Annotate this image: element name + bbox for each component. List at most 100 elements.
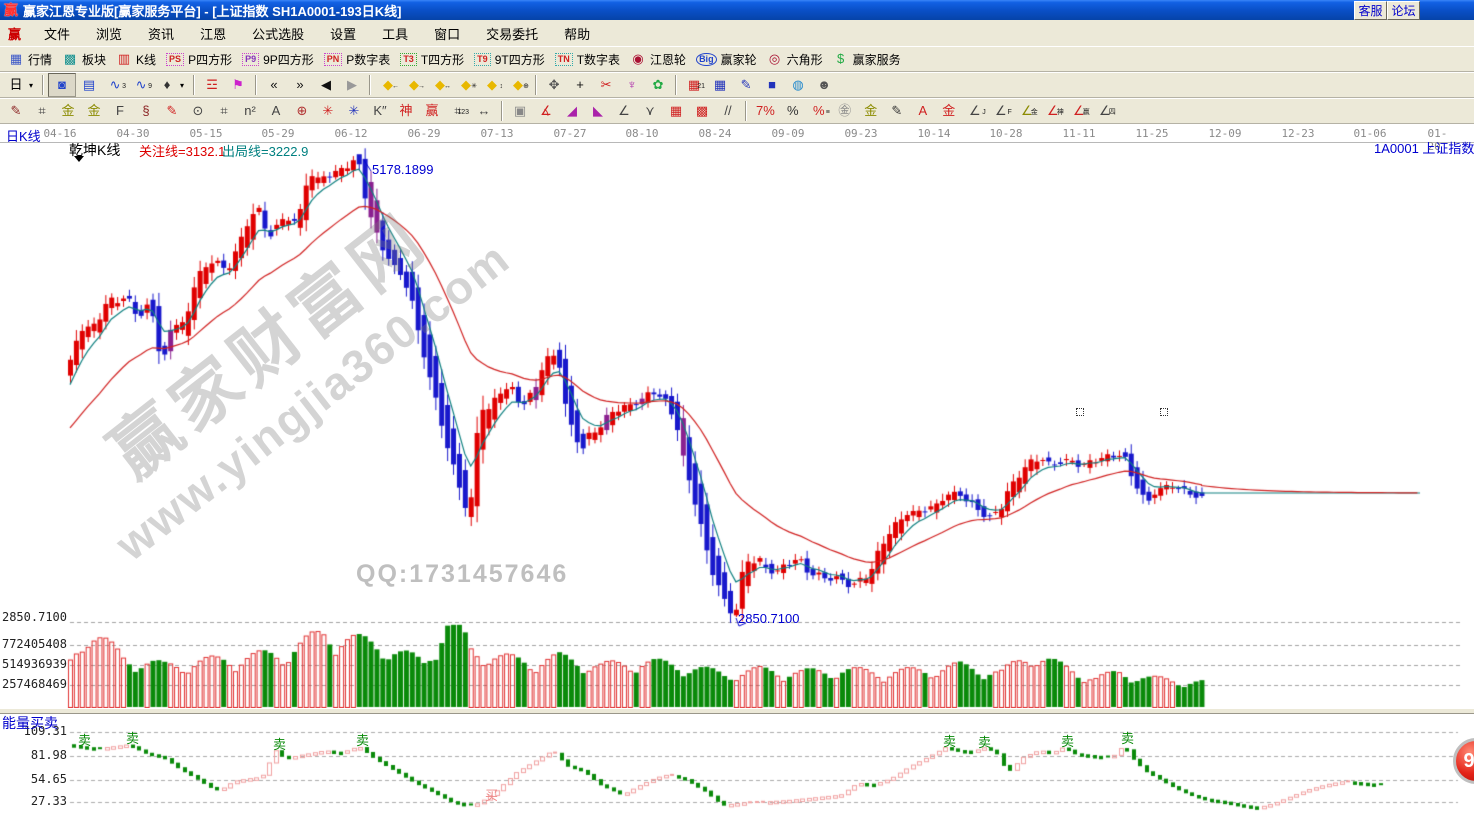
- toolbar-button-h-span[interactable]: ↔: [471, 100, 497, 122]
- toolbar-button-a-red[interactable]: A: [910, 100, 936, 122]
- toolbar-button-angle-shen[interactable]: ∠神: [1040, 100, 1066, 122]
- toolbar-button-filter-flag[interactable]: ⚑: [225, 74, 251, 96]
- support-button[interactable]: 客服: [1354, 1, 1387, 20]
- toolbar-button-box-tool[interactable]: ▣: [507, 100, 533, 122]
- toolbar-button-grid-hash[interactable]: ⌗: [29, 100, 55, 122]
- toolbar-button-gann-wheel[interactable]: ◉江恩轮: [625, 48, 691, 70]
- toolbar-button-spiral[interactable]: §: [133, 100, 159, 122]
- toolbar-button-zoom-all[interactable]: ◆✳: [453, 74, 479, 96]
- toolbar-button-t-square[interactable]: T3T四方形: [395, 48, 469, 70]
- toolbar-button-angle-gold[interactable]: ∠金: [1014, 100, 1040, 122]
- toolbar-button-hand-tool[interactable]: ✥: [541, 74, 567, 96]
- toolbar-button-hash-2[interactable]: ⌗: [211, 100, 237, 122]
- toolbar-button-zoom-right[interactable]: ◆→: [401, 74, 427, 96]
- toolbar-button-gold-grid-b[interactable]: 金: [81, 100, 107, 122]
- menu-item-窗口[interactable]: 窗口: [421, 24, 473, 43]
- toolbar-button-angle-f[interactable]: ∠F: [988, 100, 1014, 122]
- indicator-name-label[interactable]: 能量买卖: [2, 713, 58, 733]
- toolbar-button-gold-red[interactable]: 金: [936, 100, 962, 122]
- toolbar-button-ruler-123[interactable]: ⌗123: [445, 100, 471, 122]
- toolbar-button-calendar[interactable]: ▦21: [681, 74, 707, 96]
- menu-item-帮助[interactable]: 帮助: [551, 24, 603, 43]
- toolbar-button-user-session[interactable]: ☻: [811, 74, 837, 96]
- toolbar-button-p-square[interactable]: PSP四方形: [161, 48, 237, 70]
- toolbar-button-first-page[interactable]: «: [261, 74, 287, 96]
- toolbar-button-next-bar[interactable]: ▶: [339, 74, 365, 96]
- menu-item-设置[interactable]: 设置: [317, 24, 369, 43]
- menu-item-文件[interactable]: 文件: [31, 24, 83, 43]
- toolbar-button-f-grid[interactable]: F: [107, 100, 133, 122]
- toolbar-button-winner-service[interactable]: $赢家服务: [828, 48, 906, 70]
- toolbar-button-sectors[interactable]: ▩板块: [57, 48, 111, 70]
- toolbar-button-last-page[interactable]: »: [287, 74, 313, 96]
- toolbar-button-zoom-h[interactable]: ◆↔: [427, 74, 453, 96]
- toolbar-button-kline[interactable]: ▥K线: [111, 48, 161, 70]
- menu-item-交易委托[interactable]: 交易委托: [473, 24, 551, 43]
- toolbar-button-pen-knife[interactable]: ✎: [3, 100, 29, 122]
- toolbar-button-red-pen[interactable]: ✎: [159, 100, 185, 122]
- toolbar-button-tool-green[interactable]: ✿: [645, 74, 671, 96]
- menu-item-浏览[interactable]: 浏览: [83, 24, 135, 43]
- toolbar-button-grid-box-red[interactable]: ▩: [689, 100, 715, 122]
- toolbar-button-web-blue[interactable]: ✳: [341, 100, 367, 122]
- toolbar-button-save[interactable]: ■: [759, 74, 785, 96]
- toolbar-button-cut-tool[interactable]: ✂: [593, 74, 619, 96]
- toolbar-button-gold-circle[interactable]: ㊎: [832, 100, 858, 122]
- toolbar-button-fan-box-2[interactable]: ◣: [585, 100, 611, 122]
- toolbar-button-notes[interactable]: ✎: [733, 74, 759, 96]
- mode-dropdown-icon[interactable]: [74, 156, 84, 162]
- menu-item-资讯[interactable]: 资讯: [135, 24, 187, 43]
- toolbar-button-pct-7[interactable]: 7%: [751, 100, 780, 122]
- toolbar-button-web-update[interactable]: ◍: [785, 74, 811, 96]
- toolbar-button-fan-box-1[interactable]: ◢: [559, 100, 585, 122]
- toolbar-button-candle-style[interactable]: ♦▾: [154, 74, 189, 96]
- toolbar-button-prev-bar[interactable]: ◀: [313, 74, 339, 96]
- toolbar-button-zoom-fit[interactable]: ◆⊕: [505, 74, 531, 96]
- menu-item-公式选股[interactable]: 公式选股: [239, 24, 317, 43]
- toolbar-button-9p-square[interactable]: P99P四方形: [237, 48, 319, 70]
- toolbar-button-quote-page[interactable]: ▤: [76, 74, 102, 96]
- toolbar-button-a-mirror[interactable]: A: [263, 100, 289, 122]
- toolbar-button-clock-circle[interactable]: ⊙: [185, 100, 211, 122]
- toolbar-button-n-square[interactable]: n²: [237, 100, 263, 122]
- menu-item-工具[interactable]: 工具: [369, 24, 421, 43]
- toolbar-button-slashes[interactable]: //: [715, 100, 741, 122]
- toolbar-button-crosshair-tool[interactable]: +: [567, 74, 593, 96]
- toolbar-button-zoom-v[interactable]: ◆↕: [479, 74, 505, 96]
- toolbar-button-shen-grid[interactable]: 神: [393, 100, 419, 122]
- toolbar-button-window-view[interactable]: ◙: [48, 73, 76, 97]
- toolbar-button-trend-9[interactable]: ∿9: [128, 74, 154, 96]
- toolbar-button-calculator[interactable]: ▦: [707, 74, 733, 96]
- toolbar-button-grid-red[interactable]: ▦: [663, 100, 689, 122]
- toolbar-button-pct-lines[interactable]: %≡: [806, 100, 832, 122]
- toolbar-button-9t-square[interactable]: T99T四方形: [469, 48, 550, 70]
- toolbar-button-trend-3[interactable]: ∿3: [102, 74, 128, 96]
- toolbar-button-pct[interactable]: %: [780, 100, 806, 122]
- toolbar-button-ying-grid[interactable]: 赢: [419, 100, 445, 122]
- toolbar-button-circle-cross[interactable]: ⊕: [289, 100, 315, 122]
- toolbar-button-angle-ying[interactable]: ∠赢: [1066, 100, 1092, 122]
- toolbar-button-ink-pen[interactable]: ✎: [884, 100, 910, 122]
- toolbar-button-angle-j[interactable]: ∠J: [962, 100, 988, 122]
- toolbar-button-hexagon[interactable]: ◎六角形: [762, 48, 828, 70]
- toolbar-button-t-digit[interactable]: TNT数字表: [550, 48, 625, 70]
- toolbar-button-pattern-scan[interactable]: ☲: [199, 74, 225, 96]
- toolbar-button-web-red[interactable]: ✳: [315, 100, 341, 122]
- indicator-canvas[interactable]: [0, 712, 1474, 821]
- menu-item-江恩[interactable]: 江恩: [187, 24, 239, 43]
- toolbar-button-period-day[interactable]: 日▾: [3, 74, 38, 96]
- toolbar-button-zoom-left[interactable]: ◆←: [375, 74, 401, 96]
- toolbar-button-k-mark[interactable]: K″: [367, 100, 393, 122]
- kline-chart-canvas[interactable]: [0, 142, 1474, 708]
- toolbar-button-tool-purple[interactable]: ♆: [619, 74, 645, 96]
- toolbar-button-p-digit[interactable]: PNP数字表: [319, 48, 396, 70]
- toolbar-button-gold-grid-a[interactable]: 金: [55, 100, 81, 122]
- toolbar-button-gold-lines[interactable]: 金: [858, 100, 884, 122]
- toolbar-button-angle-line[interactable]: ∠: [611, 100, 637, 122]
- toolbar-button-v-line[interactable]: ⋎: [637, 100, 663, 122]
- toolbar-button-quotes[interactable]: ▦行情: [3, 48, 57, 70]
- forum-button[interactable]: 论坛: [1387, 1, 1420, 20]
- toolbar-button-angle-si[interactable]: ∠四: [1092, 100, 1118, 122]
- toolbar-button-fan-red[interactable]: ∡: [533, 100, 559, 122]
- toolbar-button-winner-wheel[interactable]: Big赢家轮: [691, 48, 762, 70]
